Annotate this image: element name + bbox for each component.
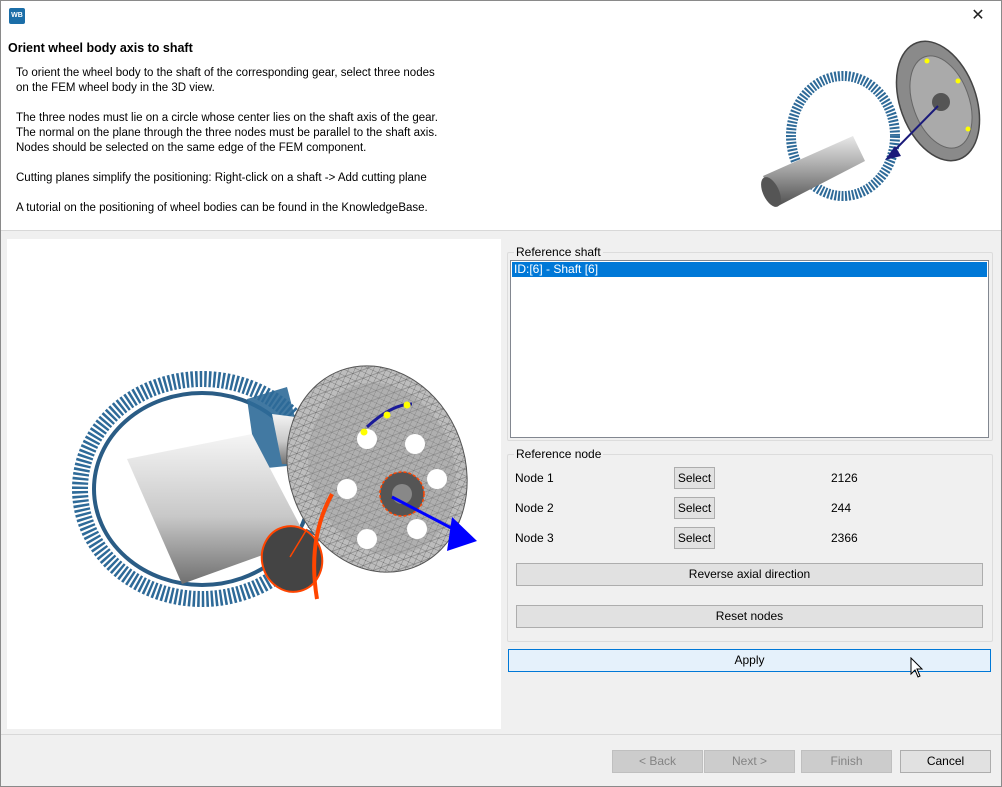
title-bar: WB ✕ xyxy=(1,1,1001,31)
reference-node-title: Reference node xyxy=(514,447,604,461)
header-illustration xyxy=(761,40,981,207)
node-value: 244 xyxy=(831,501,852,515)
cancel-button[interactable]: Cancel xyxy=(900,750,991,773)
3d-view[interactable] xyxy=(7,239,501,729)
footer-divider xyxy=(1,734,1001,735)
reference-shaft-title: Reference shaft xyxy=(514,245,603,259)
reference-shaft-list[interactable]: ID:[6] - Shaft [6] xyxy=(510,260,989,438)
reverse-axial-direction-button[interactable]: Reverse axial direction xyxy=(516,563,983,586)
node-row-2: Node 2 Select 244 xyxy=(515,497,985,519)
header-panel: Orient wheel body axis to shaft To orien… xyxy=(1,31,1001,231)
back-button[interactable]: < Back xyxy=(612,750,703,773)
close-button[interactable]: ✕ xyxy=(955,1,1001,31)
node-row-1: Node 1 Select 2126 xyxy=(515,467,985,489)
node-row-3: Node 3 Select 2366 xyxy=(515,527,985,549)
mouse-cursor-icon xyxy=(910,657,924,678)
select-node-1-button[interactable]: Select xyxy=(674,467,715,489)
app-icon: WB xyxy=(9,8,25,24)
node-label: Node 1 xyxy=(515,471,554,485)
node-label: Node 2 xyxy=(515,501,554,515)
node-value: 2126 xyxy=(831,471,858,485)
page-title: Orient wheel body axis to shaft xyxy=(8,41,193,55)
select-node-3-button[interactable]: Select xyxy=(674,527,715,549)
instructions: To orient the wheel body to the shaft of… xyxy=(16,66,486,231)
dialog-window: WB ✕ Orient wheel body axis to shaft To … xyxy=(0,0,1002,787)
next-button[interactable]: Next > xyxy=(704,750,795,773)
instruction-paragraph: A tutorial on the positioning of wheel b… xyxy=(16,202,428,214)
instruction-paragraph: Cutting planes simplify the positioning:… xyxy=(16,172,427,184)
instruction-paragraph: To orient the wheel body to the shaft of… xyxy=(16,67,435,94)
reset-nodes-button[interactable]: Reset nodes xyxy=(516,605,983,628)
node-value: 2366 xyxy=(831,531,858,545)
list-item[interactable]: ID:[6] - Shaft [6] xyxy=(512,262,987,277)
finish-button[interactable]: Finish xyxy=(801,750,892,773)
select-node-2-button[interactable]: Select xyxy=(674,497,715,519)
node-label: Node 3 xyxy=(515,531,554,545)
3d-model-render xyxy=(72,365,477,607)
instruction-paragraph: The three nodes must lie on a circle who… xyxy=(16,112,438,154)
